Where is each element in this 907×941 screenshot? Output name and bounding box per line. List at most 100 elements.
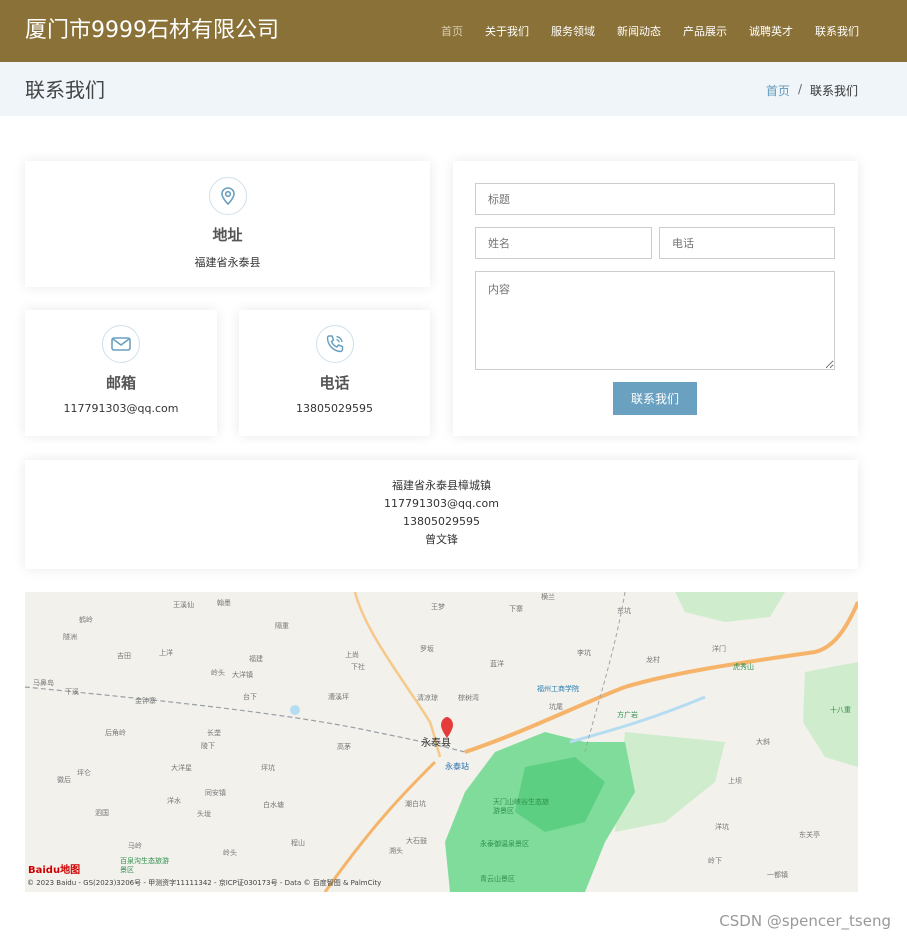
baidu-map-logo: Baidu地图 bbox=[28, 865, 81, 876]
nav-item-contact[interactable]: 联系我们 bbox=[815, 24, 859, 40]
nav-item-home[interactable]: 首页 bbox=[441, 24, 463, 40]
map-label: 翰墨 bbox=[217, 599, 231, 607]
map-label: 洋水 bbox=[167, 797, 181, 805]
nav-item-news[interactable]: 新闻动态 bbox=[617, 24, 661, 40]
phone-title: 电话 bbox=[319, 374, 350, 392]
map-label: 横兰 bbox=[541, 593, 555, 601]
main-nav: 首页 关于我们 服务领域 新闻动态 产品展示 诚聘英才 联系我们 bbox=[441, 24, 859, 40]
map-label: 同安镇 bbox=[205, 789, 226, 797]
map-label: 坑尾 bbox=[549, 703, 563, 711]
map-label: 李坑 bbox=[577, 649, 591, 657]
map-label: 大洋星 bbox=[171, 764, 192, 772]
map-label: 东坑 bbox=[617, 607, 631, 615]
map-label: 上洋 bbox=[159, 649, 173, 657]
map-center-label: 永泰县 bbox=[421, 738, 451, 749]
location-pin-icon bbox=[208, 177, 247, 215]
address-value: 福建省永泰县 bbox=[194, 256, 261, 269]
breadcrumb: 首页 / 联系我们 bbox=[766, 82, 858, 99]
map-label: 东关亭 bbox=[799, 831, 820, 839]
map-label: 十八重 bbox=[830, 706, 851, 714]
map-label: 洋门 bbox=[712, 645, 726, 653]
map-label: 一都镇 bbox=[767, 871, 788, 879]
map-label: 岭头 bbox=[211, 669, 225, 677]
map-label: 长垄 bbox=[207, 729, 221, 737]
email-card: 邮箱 117791303@qq.com bbox=[25, 310, 217, 436]
map-label: 大洋镇 bbox=[232, 671, 253, 679]
map-label: 蓝洋 bbox=[490, 660, 504, 668]
map-label: 上坝 bbox=[728, 777, 742, 785]
csdn-watermark: CSDN @spencer_tseng bbox=[719, 912, 891, 930]
map-label: 永泰御温泉景区 bbox=[480, 840, 529, 848]
page-title-bar: 联系我们 首页 / 联系我们 bbox=[0, 62, 907, 116]
map-label: 岭下 bbox=[708, 857, 722, 865]
map-label: 下寨 bbox=[509, 605, 523, 613]
submit-button[interactable]: 联系我们 bbox=[613, 382, 697, 415]
map-label: 高茅 bbox=[337, 743, 351, 751]
breadcrumb-current: 联系我们 bbox=[809, 84, 858, 98]
map-label: 棕树湾 bbox=[458, 694, 479, 702]
contact-form: 联系我们 bbox=[453, 161, 858, 436]
nav-item-careers[interactable]: 诚聘英才 bbox=[749, 24, 793, 40]
map-label: 洋坑 bbox=[715, 823, 729, 831]
map-label: 王溪仙 bbox=[173, 601, 194, 609]
breadcrumb-home[interactable]: 首页 bbox=[766, 82, 790, 99]
map-label: 白水塘 bbox=[263, 801, 284, 809]
map-label: 金钟寨 bbox=[135, 697, 156, 705]
map-label: 罗坂 bbox=[420, 645, 434, 653]
page-title: 联系我们 bbox=[25, 78, 105, 102]
nav-item-products[interactable]: 产品展示 bbox=[683, 24, 727, 40]
title-input[interactable] bbox=[475, 183, 835, 215]
map-label: 下社 bbox=[351, 663, 365, 671]
info-contact: 曾文锋 bbox=[425, 533, 458, 546]
map-label: 清凉琼 bbox=[417, 694, 438, 702]
map-label: 隔重 bbox=[275, 622, 289, 630]
baidu-map[interactable]: 王溪仙 翰墨 鹤岭 隔重 王梦 下寨 横兰 东坑 隧洲 吉田 上洋 福建 岭头 … bbox=[25, 592, 858, 892]
map-label: 上尚 bbox=[345, 651, 359, 659]
map-label: 大石鼓 bbox=[406, 837, 427, 845]
email-title: 邮箱 bbox=[105, 374, 136, 392]
map-label: 王梦 bbox=[431, 603, 445, 611]
map-label: 虎秀山 bbox=[733, 663, 754, 671]
map-label: 青云山景区 bbox=[480, 875, 515, 883]
map-label: 吉田 bbox=[117, 652, 131, 660]
nav-item-services[interactable]: 服务领域 bbox=[551, 24, 595, 40]
contact-info-panel: 福建省永泰县樟城镇 117791303@qq.com 13805029595 曾… bbox=[25, 460, 858, 569]
map-label: 头垅 bbox=[197, 810, 211, 818]
content-textarea[interactable] bbox=[475, 271, 835, 370]
phone-card: 电话 13805029595 bbox=[239, 310, 430, 436]
phone-input[interactable] bbox=[659, 227, 835, 259]
map-label: 后角岭 bbox=[105, 729, 126, 737]
name-input[interactable] bbox=[475, 227, 652, 259]
map-label: 马岭 bbox=[128, 842, 142, 850]
map-label: 龙村 bbox=[646, 656, 660, 664]
map-label: 马鼻岛 bbox=[33, 679, 54, 687]
site-header: 厦门市9999石材有限公司 首页 关于我们 服务领域 新闻动态 产品展示 诚聘英… bbox=[0, 0, 907, 62]
map-label: 坪坑 bbox=[261, 764, 275, 772]
map-label: 潮白坑 bbox=[405, 800, 426, 808]
map-copyright: © 2023 Baidu - GS(2023)3206号 - 甲测资字11111… bbox=[27, 879, 382, 887]
map-label: 百泉沟生态旅游景区 bbox=[120, 857, 169, 874]
breadcrumb-separator: / bbox=[797, 82, 802, 96]
map-label: 天门山峡谷生态旅游景区 bbox=[493, 798, 549, 815]
phone-icon bbox=[315, 325, 354, 363]
map-label: 下溪 bbox=[65, 688, 79, 696]
map-label: 福建 bbox=[249, 655, 263, 663]
info-email: 117791303@qq.com bbox=[384, 497, 499, 510]
map-label: 徽后 bbox=[57, 776, 71, 784]
map-label: 大斜 bbox=[756, 738, 770, 746]
map-label: 岭头 bbox=[223, 849, 237, 857]
info-address: 福建省永泰县樟城镇 bbox=[392, 479, 491, 492]
address-card: 地址 福建省永泰县 bbox=[25, 161, 430, 287]
map-label: 台下 bbox=[243, 693, 257, 701]
email-value: 117791303@qq.com bbox=[63, 402, 179, 415]
map-label: 漕溪坪 bbox=[328, 693, 349, 701]
nav-item-about[interactable]: 关于我们 bbox=[485, 24, 529, 40]
envelope-icon bbox=[102, 325, 140, 363]
map-label: 隧洲 bbox=[63, 633, 77, 641]
map-label: 陵下 bbox=[201, 742, 215, 750]
map-label: 坪仑 bbox=[77, 769, 91, 777]
map-label: 鹤岭 bbox=[79, 616, 93, 624]
map-label: 福州工商学院 bbox=[537, 685, 579, 693]
site-logo[interactable]: 厦门市9999石材有限公司 bbox=[25, 17, 279, 45]
address-title: 地址 bbox=[212, 226, 243, 244]
